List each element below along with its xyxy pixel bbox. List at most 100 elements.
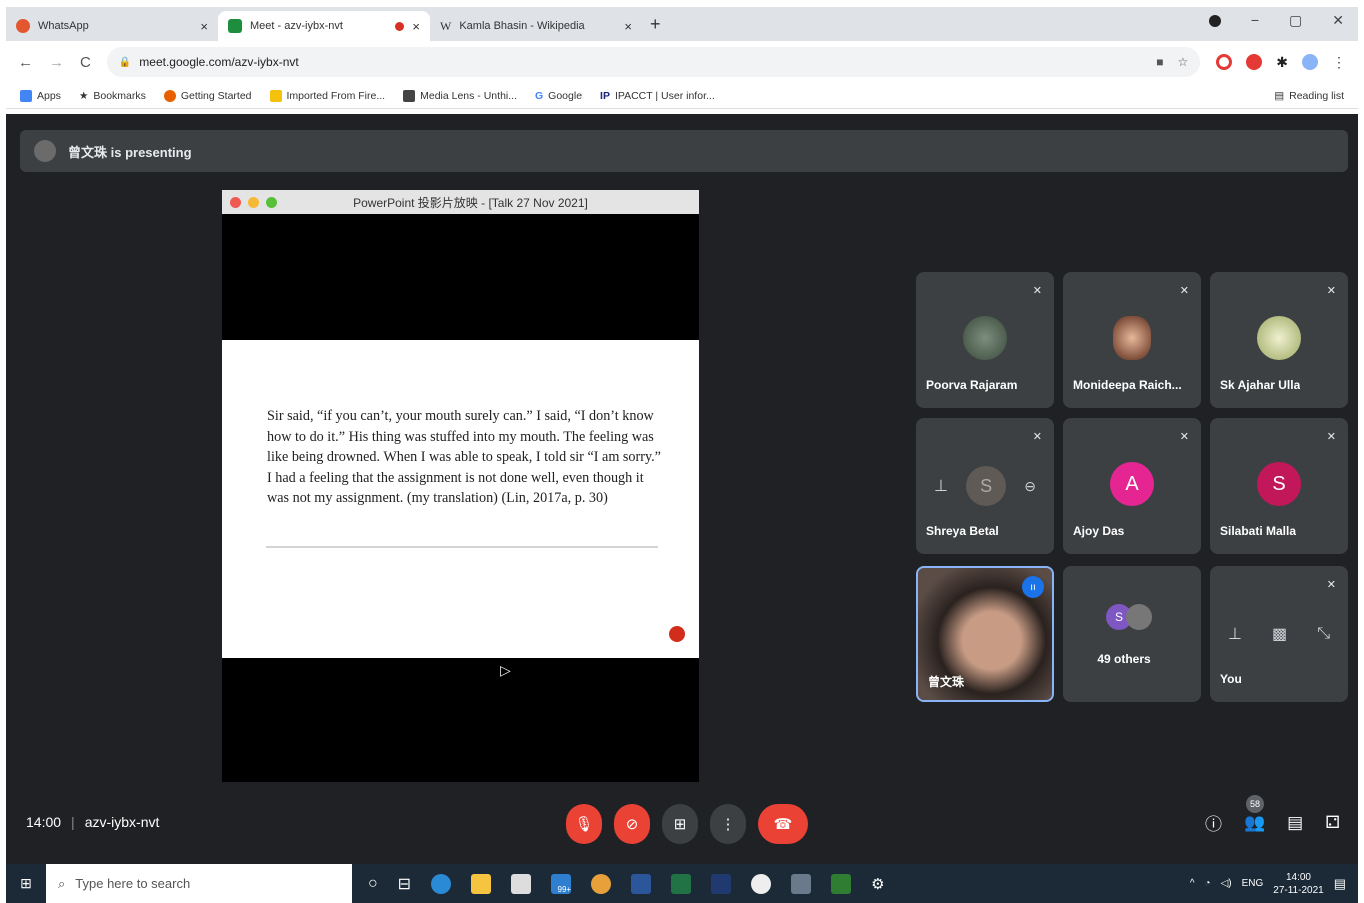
media-app-icon[interactable] — [751, 873, 772, 894]
mic-off-icon: ✕ — [1326, 285, 1336, 297]
language-indicator[interactable]: ENG — [1242, 878, 1264, 889]
camera-icon[interactable]: ■ — [1156, 55, 1163, 69]
reading-list-icon: ▤ — [1274, 89, 1285, 102]
reading-list-button[interactable]: ▤ Reading list — [1274, 90, 1344, 102]
participant-tile[interactable]: ✕ Sk Ajahar Ulla — [1210, 272, 1348, 408]
store-icon[interactable] — [511, 873, 532, 894]
settings-gear-icon[interactable]: ⚙ — [871, 875, 884, 893]
reload-button[interactable]: C — [80, 54, 91, 71]
pin-icon[interactable]: ⊥ — [1228, 624, 1242, 644]
notifications-icon[interactable]: ▤ — [1334, 876, 1346, 892]
excel-icon[interactable] — [671, 873, 692, 894]
tab-meet[interactable]: Meet - azv-iybx-nvt × — [218, 11, 430, 41]
meeting-code: azv-iybx-nvt — [84, 814, 160, 830]
participant-name: Sk Ajahar Ulla — [1220, 378, 1301, 392]
edge-icon[interactable] — [431, 873, 452, 894]
mic-toggle-button[interactable]: 🎙 — [566, 804, 602, 844]
participant-tile[interactable]: ✕ S Silabati Malla — [1210, 418, 1348, 554]
bookmark-imported[interactable]: Imported From Fire... — [269, 89, 386, 102]
present-now-button[interactable]: ⊞ — [662, 804, 698, 844]
close-window-button[interactable]: ✕ — [1332, 12, 1344, 29]
windows-start-icon[interactable]: ⊞ — [6, 875, 46, 892]
bookmark-label: Imported From Fire... — [286, 89, 386, 102]
participant-tile[interactable]: ✕ A Ajoy Das — [1063, 418, 1201, 554]
tray-expand-icon[interactable]: ^ — [1190, 878, 1195, 889]
participant-avatar: S — [966, 466, 1007, 506]
bookmark-apps[interactable]: Apps — [20, 89, 61, 102]
slide-content: Sir said, “if you can’t, your mouth sure… — [222, 340, 699, 658]
participant-tile[interactable]: ✕ ⊥ S ⊖ Shreya Betal — [916, 418, 1054, 554]
others-tile[interactable]: S 49 others — [1063, 566, 1201, 702]
minimize-self-icon[interactable]: ⤡ — [1317, 625, 1330, 643]
remove-icon[interactable]: ⊖ — [1024, 478, 1036, 495]
bookmark-bookmarks[interactable]: ★ Bookmarks — [79, 90, 146, 102]
active-speaker-tile[interactable]: ıı 曾文珠 — [916, 566, 1054, 702]
leave-call-button[interactable]: ☎ — [758, 804, 808, 844]
close-tab-icon[interactable]: × — [200, 19, 208, 34]
close-tab-icon[interactable]: × — [624, 19, 632, 34]
self-tile[interactable]: ✕ ⊥ ▩ ⤡ You — [1210, 566, 1348, 702]
extensions-puzzle-icon[interactable]: ✱ — [1276, 54, 1288, 71]
more-options-button[interactable]: ⋮ — [710, 804, 746, 844]
participant-tile[interactable]: ✕ Poorva Rajaram — [916, 272, 1054, 408]
call-controls: 🎙 ⊘ ⊞ ⋮ ☎ — [566, 804, 808, 844]
word-icon[interactable] — [631, 873, 652, 894]
slide-divider — [266, 546, 658, 548]
bookmark-label: Getting Started — [180, 89, 252, 102]
tab-title: WhatsApp — [38, 20, 89, 32]
tab-whatsapp[interactable]: WhatsApp × — [6, 11, 218, 41]
profile-icon[interactable] — [1208, 15, 1221, 27]
pin-icon[interactable]: ⊥ — [934, 476, 948, 496]
chat-icon[interactable]: ▤ — [1287, 813, 1303, 833]
browser-toolbar: ← → C 🔒 meet.google.com/azv-iybx-nvt ■ ☆… — [6, 41, 1358, 83]
search-placeholder: Type here to search — [75, 876, 191, 891]
people-button[interactable]: 58 👥 — [1244, 794, 1265, 833]
maximize-button[interactable]: ▢ — [1289, 12, 1302, 29]
bookmark-label: Media Lens - Unthi... — [420, 89, 517, 102]
network-icon[interactable]: ◔ — [1205, 878, 1211, 889]
clock-date: 27-11-2021 — [1273, 884, 1324, 896]
taskbar-apps: ○ ⊟ 99+ ⚙ — [368, 873, 885, 894]
whatsapp-favicon-icon — [16, 19, 30, 33]
tab-wikipedia[interactable]: W Kamla Bhasin - Wikipedia × — [430, 11, 642, 41]
bookmark-ipacct[interactable]: IP IPACCT | User infor... — [600, 90, 715, 102]
minimize-button[interactable]: − — [1251, 12, 1259, 29]
taskbar-clock[interactable]: 14:00 27-11-2021 — [1273, 871, 1323, 897]
reading-list-label: Reading list — [1289, 89, 1344, 102]
new-tab-button[interactable]: + — [650, 14, 661, 35]
close-dot-icon — [230, 196, 241, 208]
cortana-icon[interactable]: ○ — [368, 875, 378, 893]
file-explorer-icon[interactable] — [471, 873, 492, 894]
green-app-icon[interactable] — [831, 873, 852, 894]
profile-avatar-icon[interactable] — [1302, 54, 1318, 70]
forward-button[interactable]: → — [49, 54, 64, 71]
camera-toggle-button[interactable]: ⊘ — [614, 804, 650, 844]
back-button[interactable]: ← — [18, 54, 33, 71]
desktop-app-icon[interactable] — [711, 873, 732, 894]
mail-icon[interactable]: 99+ — [551, 873, 572, 894]
calculator-icon[interactable] — [791, 873, 812, 894]
hide-self-icon[interactable]: ▩ — [1272, 624, 1287, 644]
participant-tile[interactable]: ✕ Monideepa Raich... — [1063, 272, 1201, 408]
mail-badge: 99+ — [557, 884, 572, 894]
opera-extension-icon[interactable] — [1216, 54, 1233, 70]
bookmark-google[interactable]: G Google — [535, 90, 582, 102]
traffic-lights — [230, 196, 320, 208]
taskbar-search[interactable]: ⌕ Type here to search — [46, 864, 352, 903]
windows-taskbar: ⊞ ⌕ Type here to search ○ ⊟ 99+ ⚙ ^ ◔ ◁)… — [6, 864, 1358, 903]
adblock-extension-icon[interactable] — [1246, 54, 1263, 70]
participant-name: Poorva Rajaram — [926, 378, 1018, 392]
meeting-details-icon[interactable]: ⓘ — [1205, 810, 1222, 835]
bookmark-getting-started[interactable]: Getting Started — [163, 89, 252, 102]
bookmark-star-icon[interactable]: ☆ — [1178, 55, 1189, 69]
task-view-icon[interactable]: ⊟ — [398, 874, 411, 894]
participant-name: Monideepa Raich... — [1073, 378, 1182, 392]
volume-icon[interactable]: ◁) — [1221, 878, 1232, 889]
activities-icon[interactable]: ⚁ — [1325, 813, 1340, 833]
chrome-icon[interactable] — [591, 873, 612, 894]
bookmark-media-lens[interactable]: Media Lens - Unthi... — [403, 89, 517, 102]
close-tab-icon[interactable]: × — [412, 19, 420, 34]
browser-menu-icon[interactable]: ⋮ — [1332, 54, 1346, 71]
mic-off-icon: ✕ — [1179, 285, 1189, 297]
address-bar[interactable]: 🔒 meet.google.com/azv-iybx-nvt ■ ☆ — [106, 47, 1201, 77]
